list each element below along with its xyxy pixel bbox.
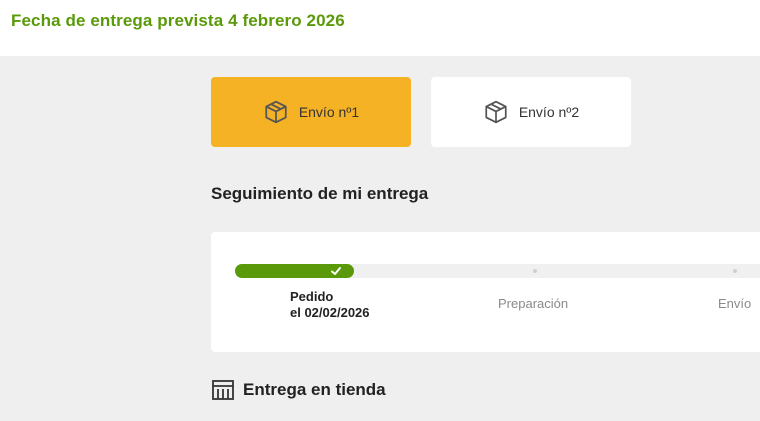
shipment-tab-label: Envío nº2 [518, 104, 580, 120]
tracking-title: Seguimiento de mi entrega [211, 184, 429, 203]
shipment-tab-label: Envío nº1 [298, 104, 360, 120]
step-label: Pedido [290, 289, 334, 304]
step-pedido: Pedido el 02/02/2026 [290, 289, 370, 321]
package-icon [265, 100, 287, 124]
step-preparacion: Preparación [498, 296, 569, 311]
step-date: el 02/02/2026 [290, 305, 370, 320]
progress-bar [235, 264, 760, 278]
shipment-tab-1[interactable]: Envío nº1 [211, 77, 411, 147]
tracking-card: Pedido el 02/02/2026 Preparación Envío [211, 232, 760, 352]
header-bar: Fecha de entrega prevista 4 febrero 2026 [0, 0, 760, 56]
store-delivery-section: Entrega en tienda [211, 379, 386, 401]
package-icon [485, 100, 507, 124]
delivery-date-title: Fecha de entrega prevista 4 febrero 2026 [11, 11, 345, 30]
step-dot [533, 269, 537, 273]
store-icon [212, 380, 234, 400]
step-dot [733, 269, 737, 273]
check-icon [331, 267, 341, 275]
progress-fill [235, 264, 354, 278]
store-title: Entrega en tienda [243, 380, 386, 399]
step-envio: Envío [718, 296, 752, 311]
shipment-tab-2[interactable]: Envío nº2 [431, 77, 631, 147]
